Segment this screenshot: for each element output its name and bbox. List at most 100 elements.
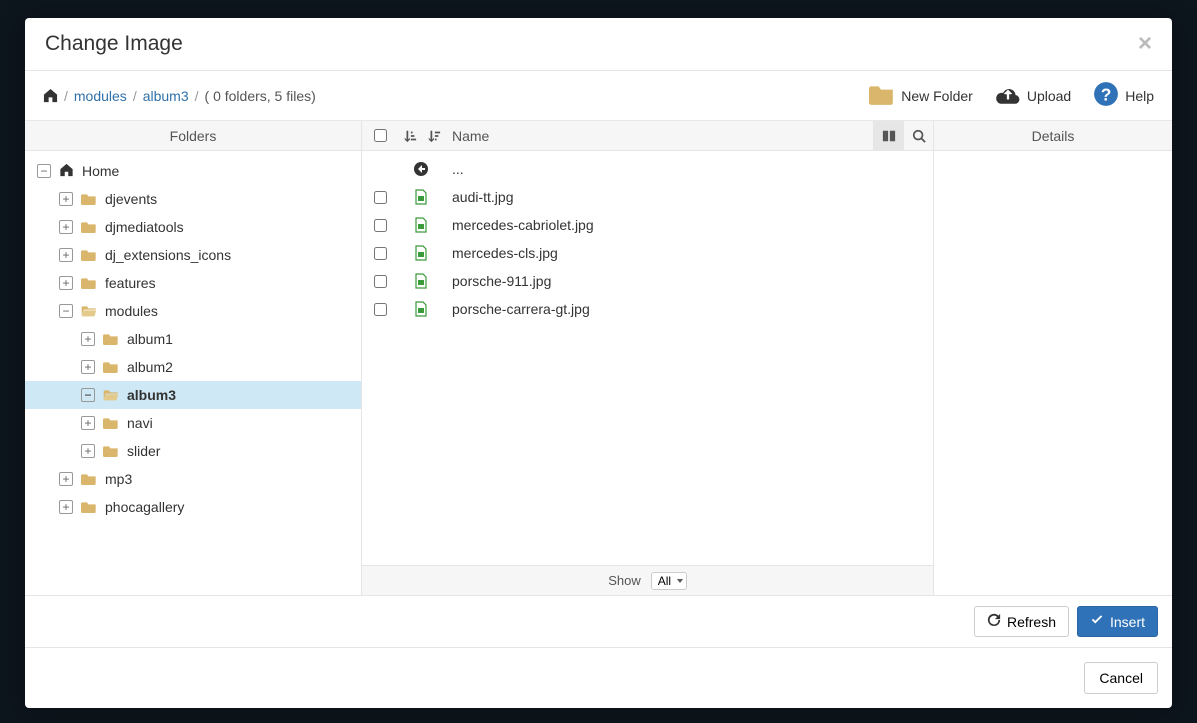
expand-icon[interactable]: + — [59, 192, 73, 206]
tree-node-label: mp3 — [105, 471, 132, 487]
file-row[interactable]: mercedes-cabriolet.jpg — [362, 211, 933, 239]
tree-node-djmediatools[interactable]: +djmediatools — [25, 213, 361, 241]
folders-column-header: Folders — [25, 121, 362, 150]
tree-node-album2[interactable]: + album2 — [25, 353, 361, 381]
folder-icon — [81, 220, 97, 234]
tree-node-label: djevents — [105, 191, 157, 207]
collapse-icon[interactable]: − — [59, 304, 73, 318]
file-row[interactable]: porsche-carrera-gt.jpg — [362, 295, 933, 323]
refresh-icon — [987, 613, 1001, 630]
modal-title: Change Image — [45, 32, 183, 56]
file-checkbox[interactable] — [374, 275, 387, 288]
file-checkbox[interactable] — [374, 191, 387, 204]
name-column-header[interactable]: Name — [446, 128, 489, 144]
tree-node-dj_extensions_icons[interactable]: + dj_extensions_icons — [25, 241, 361, 269]
file-name: porsche-911.jpg — [444, 273, 551, 289]
tree-home[interactable]: − Home — [25, 157, 361, 185]
image-file-icon — [398, 245, 444, 261]
search-button[interactable] — [903, 121, 933, 151]
file-checkbox[interactable] — [374, 303, 387, 316]
parent-folder-row[interactable]: ... — [362, 155, 933, 183]
folder-icon — [103, 332, 119, 346]
tree-node-label: album3 — [127, 387, 176, 403]
expand-icon[interactable]: + — [81, 332, 95, 346]
folder-icon — [81, 192, 97, 206]
tree-node-label: album1 — [127, 331, 173, 347]
image-file-icon — [398, 273, 444, 289]
folder-icon — [81, 304, 97, 318]
folder-icon — [103, 444, 119, 458]
expand-icon[interactable]: + — [81, 360, 95, 374]
folder-icon — [103, 416, 119, 430]
tree-node-label: modules — [105, 303, 158, 319]
file-name: mercedes-cabriolet.jpg — [444, 217, 594, 233]
file-checkbox[interactable] — [374, 219, 387, 232]
tree-node-features[interactable]: +features — [25, 269, 361, 297]
file-name: audi-tt.jpg — [444, 189, 513, 205]
file-row[interactable]: audi-tt.jpg — [362, 183, 933, 211]
refresh-button[interactable]: Refresh — [974, 606, 1069, 637]
back-icon — [398, 161, 444, 177]
tree-node-djevents[interactable]: + djevents — [25, 185, 361, 213]
expand-icon[interactable]: + — [59, 472, 73, 486]
check-icon — [1090, 613, 1104, 630]
file-checkbox[interactable] — [374, 247, 387, 260]
view-columns-button[interactable] — [873, 121, 903, 151]
details-column-header: Details — [934, 121, 1172, 150]
help-icon: ? — [1093, 81, 1119, 110]
collapse-icon[interactable]: − — [81, 388, 95, 402]
sort-ext-button[interactable] — [398, 129, 422, 143]
close-button[interactable]: × — [1138, 30, 1152, 58]
home-icon[interactable] — [43, 88, 58, 103]
file-row[interactable]: mercedes-cls.jpg — [362, 239, 933, 267]
folder-icon — [869, 81, 895, 110]
pagination-bar: Show All — [362, 565, 933, 595]
folder-tree: − Home +djevents+djmediatools+dj_extensi… — [25, 151, 362, 595]
tree-node-label: album2 — [127, 359, 173, 375]
upload-icon — [995, 81, 1021, 110]
cancel-button[interactable]: Cancel — [1084, 662, 1158, 694]
file-row[interactable]: porsche-911.jpg — [362, 267, 933, 295]
tree-node-phocagallery[interactable]: + phocagallery — [25, 493, 361, 521]
folder-icon — [81, 500, 97, 514]
sort-name-button[interactable] — [422, 129, 446, 143]
tree-node-label: dj_extensions_icons — [105, 247, 231, 263]
expand-icon[interactable]: + — [81, 444, 95, 458]
show-label: Show — [608, 573, 641, 588]
tree-node-album1[interactable]: + album1 — [25, 325, 361, 353]
folder-icon — [81, 248, 97, 262]
upload-button[interactable]: Upload — [995, 81, 1071, 110]
collapse-icon[interactable]: − — [37, 164, 51, 178]
tree-node-navi[interactable]: + navi — [25, 409, 361, 437]
tree-node-slider[interactable]: +slider — [25, 437, 361, 465]
image-file-icon — [398, 189, 444, 205]
home-icon — [59, 163, 74, 180]
folder-icon — [81, 472, 97, 486]
page-size-select[interactable]: All — [651, 572, 687, 590]
file-name: porsche-carrera-gt.jpg — [444, 301, 590, 317]
expand-icon[interactable]: + — [59, 248, 73, 262]
select-all-checkbox[interactable] — [374, 129, 387, 142]
expand-icon[interactable]: + — [59, 220, 73, 234]
toolbar: / modules / album3 / ( 0 folders, 5 file… — [25, 71, 1172, 121]
expand-icon[interactable]: + — [81, 416, 95, 430]
insert-button[interactable]: Insert — [1077, 606, 1158, 637]
folder-icon — [103, 360, 119, 374]
tree-node-modules[interactable]: − modules — [25, 297, 361, 325]
new-folder-button[interactable]: New Folder — [869, 81, 973, 110]
breadcrumb-stat: ( 0 folders, 5 files) — [205, 88, 316, 104]
tree-node-label: navi — [127, 415, 153, 431]
folder-icon — [81, 276, 97, 290]
file-name: mercedes-cls.jpg — [444, 245, 558, 261]
breadcrumb-modules[interactable]: modules — [74, 88, 127, 104]
tree-node-mp3[interactable]: + mp3 — [25, 465, 361, 493]
help-button[interactable]: ? Help — [1093, 81, 1154, 110]
folder-icon — [103, 388, 119, 402]
svg-text:?: ? — [1101, 85, 1112, 105]
image-file-icon — [398, 217, 444, 233]
expand-icon[interactable]: + — [59, 500, 73, 514]
tree-node-label: phocagallery — [105, 499, 184, 515]
tree-node-album3[interactable]: − album3 — [25, 381, 361, 409]
expand-icon[interactable]: + — [59, 276, 73, 290]
breadcrumb-album3[interactable]: album3 — [143, 88, 189, 104]
